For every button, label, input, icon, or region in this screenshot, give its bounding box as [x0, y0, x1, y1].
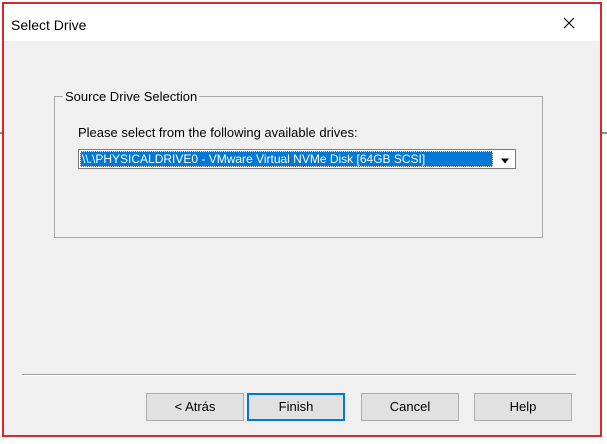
footer-separator	[22, 374, 576, 376]
title-bar: Select Drive	[4, 4, 600, 41]
help-button[interactable]: Help	[474, 393, 572, 421]
drive-prompt-label: Please select from the following availab…	[78, 125, 358, 140]
finish-button[interactable]: Finish	[247, 393, 345, 421]
window-title: Select Drive	[11, 17, 87, 33]
cancel-button[interactable]: Cancel	[361, 393, 459, 421]
chevron-down-icon	[500, 152, 510, 167]
close-icon	[563, 17, 575, 29]
source-drive-groupbox: Source Drive Selection Please select fro…	[54, 89, 543, 238]
close-button[interactable]	[552, 8, 586, 38]
drive-select-dropdown-button[interactable]	[495, 150, 515, 168]
groupbox-legend: Source Drive Selection	[63, 89, 200, 104]
drive-select-value: \\.\PHYSICALDRIVE0 - VMware Virtual NVMe…	[80, 151, 493, 167]
back-button[interactable]: < Atrás	[146, 393, 244, 421]
select-drive-dialog: Select Drive Source Drive Selection Plea…	[2, 2, 602, 437]
drive-select[interactable]: \\.\PHYSICALDRIVE0 - VMware Virtual NVMe…	[78, 149, 516, 169]
